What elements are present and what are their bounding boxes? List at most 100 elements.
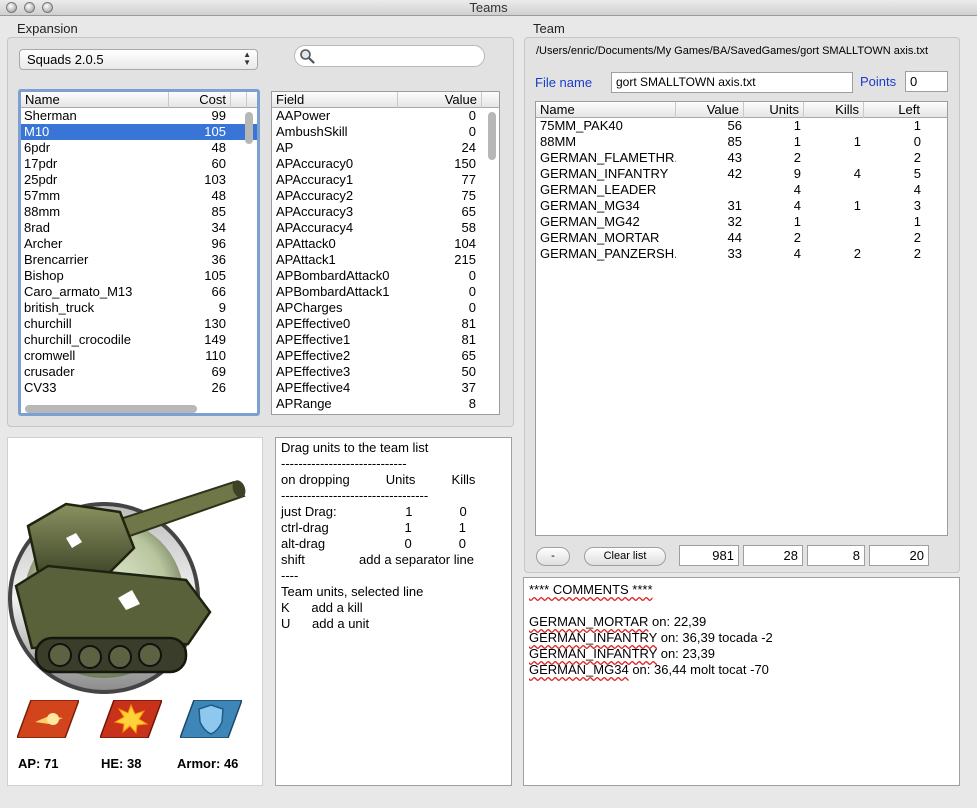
team-units-cell: 9 xyxy=(793,166,801,181)
units-table-row[interactable]: 8rad 34 xyxy=(21,220,257,236)
help-line: ctrl-drag 1 1 xyxy=(281,520,466,535)
fields-table-row[interactable]: APAccuracy0 150 xyxy=(272,156,499,172)
units-table-row[interactable]: cromwell 110 xyxy=(21,348,257,364)
units-table-row[interactable]: Sherman 99 xyxy=(21,108,257,124)
team-value-cell: 33 xyxy=(727,246,742,261)
units-horizontal-scrollbar[interactable] xyxy=(25,405,197,413)
field-name-cell: APEffective3 xyxy=(276,364,351,379)
team-table-body: 75MM_PAK40 56 1 1 88MM 85 1 1 0 GERMAN_FLAMETHR..… xyxy=(536,118,947,535)
team-table[interactable]: Name Value Units Kills Left 75MM_PAK40 56… xyxy=(535,101,948,536)
comments-header-text: **** COMMENTS **** xyxy=(529,582,653,597)
comment-line: GERMAN_MG34 on: 36,44 molt tocat -70 xyxy=(529,662,954,678)
field-name-cell: APAttack0 xyxy=(276,236,336,251)
he-stat: HE: 38 xyxy=(101,756,142,771)
fields-table-row[interactable]: APEffective4 37 xyxy=(272,380,499,396)
fields-table-body: AAPower 0 AmbushSkill 0 AP 24 APAccuracy0 150 AP… xyxy=(272,108,499,414)
fields-table-row[interactable]: APAttack0 104 xyxy=(272,236,499,252)
team-col-value[interactable]: Value xyxy=(676,102,744,118)
fields-table-row[interactable]: APAccuracy3 65 xyxy=(272,204,499,220)
units-col-name[interactable]: Name xyxy=(21,92,169,108)
team-col-kills[interactable]: Kills xyxy=(804,102,864,118)
team-col-name[interactable]: Name xyxy=(536,102,676,118)
unit-cost-cell: 48 xyxy=(211,140,226,155)
field-value-cell: 104 xyxy=(454,236,476,251)
fields-table-row[interactable]: APAccuracy4 58 xyxy=(272,220,499,236)
team-units-cell: 1 xyxy=(793,214,801,229)
team-units-cell: 2 xyxy=(793,150,801,165)
units-table-row[interactable]: CV33 26 xyxy=(21,380,257,396)
search-field[interactable] xyxy=(294,45,485,67)
unit-name-cell: Bishop xyxy=(24,268,64,283)
units-table-row[interactable]: 17pdr 60 xyxy=(21,156,257,172)
team-table-row[interactable]: GERMAN_LEADER 4 4 xyxy=(536,182,947,198)
fields-table-row[interactable]: APBombardAttack0 0 xyxy=(272,268,499,284)
fields-table-header: Field Value xyxy=(272,92,499,108)
he-attack-icon xyxy=(100,700,162,738)
comment-line: GERMAN_MORTAR on: 22,39 xyxy=(529,614,954,630)
units-table-row[interactable]: 25pdr 103 xyxy=(21,172,257,188)
squad-select[interactable]: Squads 2.0.5 ▲ ▼ xyxy=(19,49,258,70)
fields-table-row[interactable]: APEffective3 50 xyxy=(272,364,499,380)
units-table-row[interactable]: Caro_armato_M13 66 xyxy=(21,284,257,300)
team-table-row[interactable]: GERMAN_MORTAR 44 2 2 xyxy=(536,230,947,246)
units-table-row[interactable]: Brencarrier 36 xyxy=(21,252,257,268)
field-value-cell: 0 xyxy=(468,300,476,315)
fields-vertical-scrollbar[interactable] xyxy=(488,112,496,160)
fields-table-row[interactable]: APEffective0 81 xyxy=(272,316,499,332)
team-col-left[interactable]: Left xyxy=(864,102,924,118)
units-table-row[interactable]: 6pdr 48 xyxy=(21,140,257,156)
team-table-row[interactable]: GERMAN_FLAMETHR... 43 2 2 xyxy=(536,150,947,166)
fields-table-row[interactable]: APAccuracy2 75 xyxy=(272,188,499,204)
fields-table-row[interactable]: APEffective1 81 xyxy=(272,332,499,348)
units-table-row[interactable]: british_truck 9 xyxy=(21,300,257,316)
fields-table-row[interactable]: APCharges 0 xyxy=(272,300,499,316)
fields-table-row[interactable]: APRange 8 xyxy=(272,396,499,412)
units-vertical-scrollbar[interactable] xyxy=(245,112,253,144)
points-field[interactable]: 0 xyxy=(905,71,948,92)
unit-name-cell: 6pdr xyxy=(24,140,51,155)
units-table-row[interactable]: 88mm 85 xyxy=(21,204,257,220)
team-table-row[interactable]: GERMAN_MG42 32 1 1 xyxy=(536,214,947,230)
units-table-row[interactable]: Archer 96 xyxy=(21,236,257,252)
units-table-row[interactable]: churchill 130 xyxy=(21,316,257,332)
field-name-cell: APBombardAttack0 xyxy=(276,268,390,283)
unit-name-cell: churchill xyxy=(24,316,72,331)
fields-table-row[interactable]: AmbushSkill 0 xyxy=(272,124,499,140)
search-input[interactable] xyxy=(317,48,477,64)
units-table[interactable]: Name Cost Sherman 99 M10 105 6pdr 48 17pdr 60 25… xyxy=(18,89,260,416)
field-value-cell: 50 xyxy=(461,364,476,379)
fields-table-row[interactable]: APBombardAttack1 0 xyxy=(272,284,499,300)
remove-unit-button[interactable]: - xyxy=(536,547,570,566)
unit-name-cell: Archer xyxy=(24,236,63,251)
team-table-row[interactable]: GERMAN_MG34 31 4 1 3 xyxy=(536,198,947,214)
team-col-units[interactable]: Units xyxy=(744,102,804,118)
team-kills-cell: 2 xyxy=(853,246,861,261)
fields-table-row[interactable]: APEffective2 65 xyxy=(272,348,499,364)
units-table-row[interactable]: Bishop 105 xyxy=(21,268,257,284)
fields-table-row[interactable]: APAccuracy1 77 xyxy=(272,172,499,188)
unit-cost-cell: 69 xyxy=(211,364,226,379)
units-table-row[interactable]: crusader 69 xyxy=(21,364,257,380)
fields-table-row[interactable]: AP 24 xyxy=(272,140,499,156)
units-table-row[interactable]: 57mm 48 xyxy=(21,188,257,204)
fields-col-value[interactable]: Value xyxy=(398,92,482,108)
fields-col-field[interactable]: Field xyxy=(272,92,398,108)
unit-name-cell: 25pdr xyxy=(24,172,58,187)
clear-list-button[interactable]: Clear list xyxy=(584,547,666,566)
fields-table-row[interactable]: AAPower 0 xyxy=(272,108,499,124)
team-table-row[interactable]: 88MM 85 1 1 0 xyxy=(536,134,947,150)
field-name-cell: APAccuracy2 xyxy=(276,188,354,203)
units-table-row[interactable]: churchill_crocodile 149 xyxy=(21,332,257,348)
units-col-cost[interactable]: Cost xyxy=(169,92,231,108)
units-table-row[interactable]: M10 105 xyxy=(21,124,257,140)
team-table-row[interactable]: GERMAN_INFANTRY 42 9 4 5 xyxy=(536,166,947,182)
file-name-field[interactable]: gort SMALLTOWN axis.txt xyxy=(611,72,853,93)
team-table-row[interactable]: 75MM_PAK40 56 1 1 xyxy=(536,118,947,134)
team-name-cell: GERMAN_PANZERSH... xyxy=(540,246,676,261)
fields-table[interactable]: Field Value AAPower 0 AmbushSkill 0 AP 24 APAc… xyxy=(271,91,500,415)
help-line: on dropping Units Kills xyxy=(281,472,476,487)
fields-table-row[interactable]: APAttack1 215 xyxy=(272,252,499,268)
team-name-cell: GERMAN_MG34 xyxy=(540,198,640,213)
comments-textarea[interactable]: **** COMMENTS **** GERMAN_MORTAR on: 22,… xyxy=(523,577,960,786)
team-table-row[interactable]: GERMAN_PANZERSH... 33 4 2 2 xyxy=(536,246,947,262)
